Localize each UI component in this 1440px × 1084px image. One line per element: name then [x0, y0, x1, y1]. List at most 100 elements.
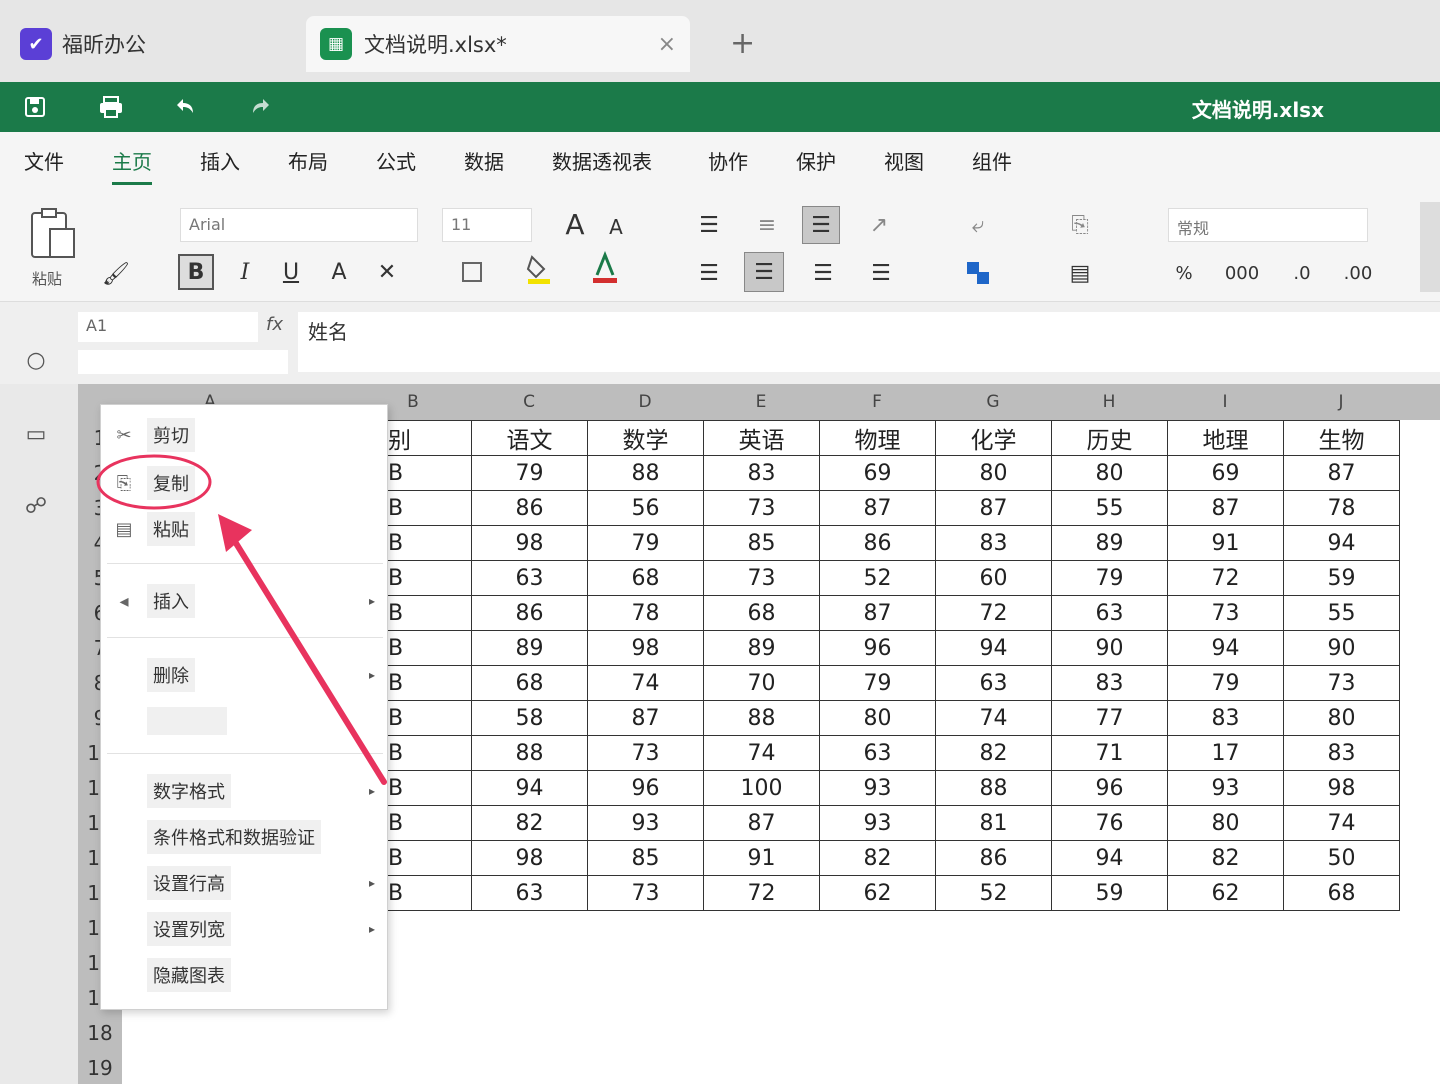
- context-delete[interactable]: 删除 ▸: [101, 655, 389, 695]
- table-cell[interactable]: 58: [471, 700, 588, 736]
- font-color-icon[interactable]: [588, 248, 622, 288]
- table-cell[interactable]: 74: [587, 665, 704, 701]
- bold-icon[interactable]: B: [178, 254, 214, 290]
- context-hide[interactable]: 隐藏图表: [101, 955, 389, 995]
- table-cell[interactable]: 88: [703, 700, 820, 736]
- table-cell[interactable]: 62: [1167, 875, 1284, 911]
- context-set-row-height[interactable]: 设置行高 ▸: [101, 863, 389, 903]
- align-center-icon[interactable]: ☰: [744, 252, 784, 292]
- table-cell[interactable]: 68: [1283, 875, 1400, 911]
- table-cell[interactable]: 94: [1051, 840, 1168, 876]
- table-cell[interactable]: 77: [1051, 700, 1168, 736]
- table-cell[interactable]: 91: [1167, 525, 1284, 561]
- table-cell[interactable]: 80: [819, 700, 936, 736]
- close-tab-icon[interactable]: ×: [658, 32, 676, 57]
- table-cell[interactable]: 59: [1283, 560, 1400, 596]
- table-cell[interactable]: 80: [935, 455, 1052, 491]
- table-cell[interactable]: 55: [1051, 490, 1168, 526]
- table-cell[interactable]: 90: [1283, 630, 1400, 666]
- table-cell[interactable]: 语文: [471, 420, 588, 456]
- table-style-icon[interactable]: ▤: [1062, 256, 1098, 290]
- save-icon[interactable]: [20, 92, 50, 122]
- table-cell[interactable]: 94: [935, 630, 1052, 666]
- context-set-column-width[interactable]: 设置列宽 ▸: [101, 909, 389, 949]
- table-cell[interactable]: 83: [1283, 735, 1400, 771]
- column-header-h[interactable]: H: [1051, 384, 1167, 420]
- menu-formula[interactable]: 公式: [376, 146, 416, 175]
- table-cell[interactable]: 68: [471, 665, 588, 701]
- table-cell[interactable]: 78: [1283, 490, 1400, 526]
- table-cell[interactable]: 72: [935, 595, 1052, 631]
- paste-icon[interactable]: [26, 206, 80, 262]
- wrap-text-icon[interactable]: ⤶: [960, 208, 996, 242]
- align-middle-icon[interactable]: ≡: [750, 208, 784, 242]
- table-cell[interactable]: 79: [1051, 560, 1168, 596]
- menu-home[interactable]: 主页: [112, 146, 152, 185]
- formula-input[interactable]: 姓名: [298, 312, 1440, 372]
- table-cell[interactable]: 87: [819, 595, 936, 631]
- align-top-icon[interactable]: ☰: [692, 208, 726, 242]
- context-conditional-format[interactable]: 条件格式和数据验证: [101, 817, 389, 857]
- insert-cells-icon[interactable]: ⎘: [1062, 208, 1098, 242]
- table-cell[interactable]: 73: [587, 735, 704, 771]
- table-cell[interactable]: 86: [471, 595, 588, 631]
- row-header[interactable]: 18: [78, 1021, 122, 1045]
- table-cell[interactable]: 86: [819, 525, 936, 561]
- table-cell[interactable]: 87: [587, 700, 704, 736]
- font-name-select[interactable]: Arial: [180, 208, 418, 242]
- merge-cells-icon[interactable]: [960, 256, 996, 290]
- table-cell[interactable]: 88: [471, 735, 588, 771]
- table-cell[interactable]: 化学: [935, 420, 1052, 456]
- search-icon[interactable]: ○: [20, 344, 52, 376]
- table-cell[interactable]: 生物: [1283, 420, 1400, 456]
- table-cell[interactable]: 70: [703, 665, 820, 701]
- table-cell[interactable]: 89: [471, 630, 588, 666]
- table-cell[interactable]: 17: [1167, 735, 1284, 771]
- table-cell[interactable]: 63: [471, 560, 588, 596]
- align-left-icon[interactable]: ☰: [692, 256, 726, 290]
- table-cell[interactable]: 87: [703, 805, 820, 841]
- table-cell[interactable]: 79: [587, 525, 704, 561]
- align-right-icon[interactable]: ☰: [806, 256, 840, 290]
- function-icon[interactable]: fx: [266, 314, 283, 335]
- strikethrough-icon[interactable]: A: [324, 254, 354, 290]
- table-cell[interactable]: 52: [935, 875, 1052, 911]
- percent-icon[interactable]: %: [1166, 256, 1202, 290]
- menu-data[interactable]: 数据: [464, 146, 504, 175]
- table-cell[interactable]: 82: [1167, 840, 1284, 876]
- table-cell[interactable]: 98: [471, 840, 588, 876]
- table-cell[interactable]: 94: [471, 770, 588, 806]
- underline-icon[interactable]: U: [276, 254, 306, 290]
- comment-icon[interactable]: ▭: [20, 418, 52, 450]
- column-header-g[interactable]: G: [935, 384, 1051, 420]
- column-header-e[interactable]: E: [703, 384, 819, 420]
- column-header-j[interactable]: J: [1283, 384, 1399, 420]
- table-cell[interactable]: 83: [1167, 700, 1284, 736]
- table-cell[interactable]: 85: [587, 840, 704, 876]
- table-cell[interactable]: 96: [819, 630, 936, 666]
- shrink-font-icon[interactable]: A: [602, 212, 630, 242]
- table-cell[interactable]: 历史: [1051, 420, 1168, 456]
- table-cell[interactable]: 80: [1283, 700, 1400, 736]
- table-cell[interactable]: 83: [935, 525, 1052, 561]
- table-cell[interactable]: 87: [819, 490, 936, 526]
- menu-layout[interactable]: 布局: [288, 146, 328, 175]
- column-header-f[interactable]: F: [819, 384, 935, 420]
- table-cell[interactable]: 98: [1283, 770, 1400, 806]
- table-cell[interactable]: 52: [819, 560, 936, 596]
- align-bottom-icon[interactable]: ☰: [802, 206, 840, 244]
- table-cell[interactable]: 93: [1167, 770, 1284, 806]
- table-cell[interactable]: 83: [703, 455, 820, 491]
- table-cell[interactable]: 87: [1283, 455, 1400, 491]
- menu-collaborate[interactable]: 协作: [708, 146, 748, 175]
- table-cell[interactable]: 68: [587, 560, 704, 596]
- table-cell[interactable]: 英语: [703, 420, 820, 456]
- table-cell[interactable]: 72: [703, 875, 820, 911]
- italic-icon[interactable]: I: [230, 254, 260, 290]
- app-home-tab[interactable]: ✔ 福昕办公: [20, 24, 146, 64]
- table-cell[interactable]: 96: [1051, 770, 1168, 806]
- table-cell[interactable]: 89: [1051, 525, 1168, 561]
- table-cell[interactable]: 88: [587, 455, 704, 491]
- table-cell[interactable]: 89: [703, 630, 820, 666]
- table-cell[interactable]: 91: [703, 840, 820, 876]
